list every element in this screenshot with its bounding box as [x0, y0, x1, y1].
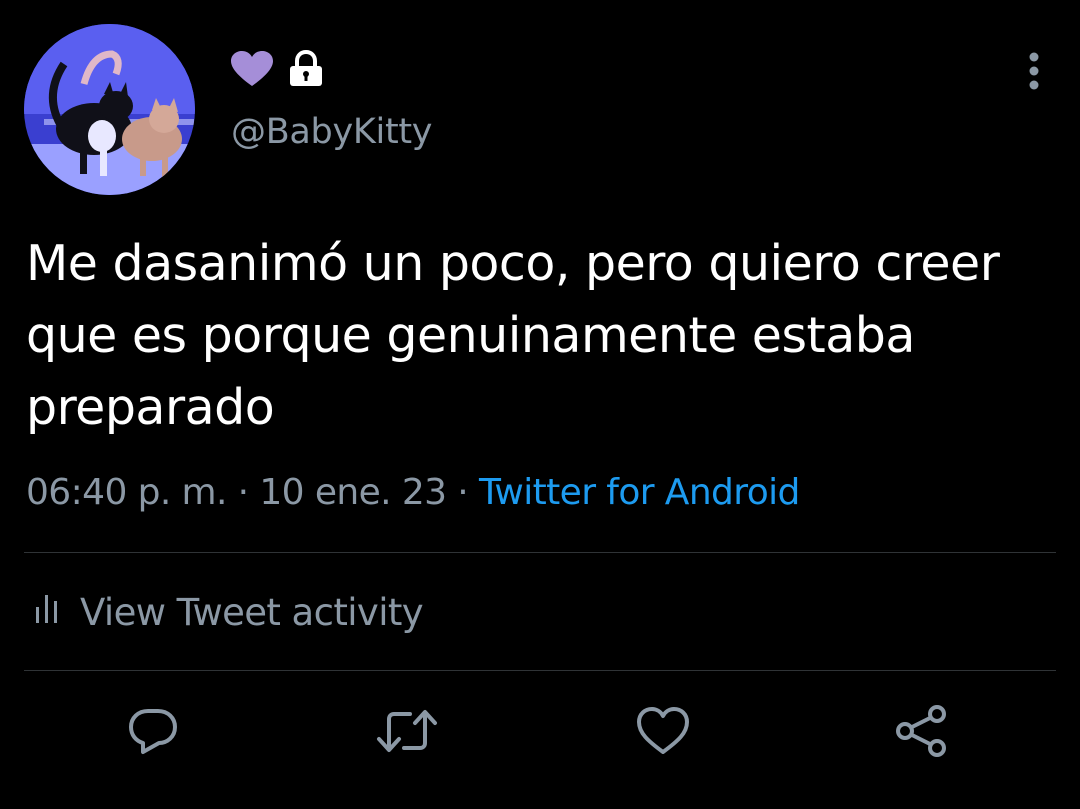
bar-chart-icon — [34, 591, 64, 634]
meta-separator: · — [226, 472, 260, 513]
heart-icon — [230, 50, 274, 92]
tweet-time: 06:40 p. m. — [26, 472, 227, 513]
like-icon — [636, 706, 690, 760]
tweet-date[interactable]: 10 ene. 23 — [259, 472, 447, 513]
divider — [24, 552, 1056, 553]
view-tweet-activity-label: View Tweet activity — [80, 590, 424, 634]
avatar[interactable] — [24, 24, 195, 195]
tweet-text: Me dasanimó un poco, pero quiero creer q… — [26, 235, 1000, 436]
display-name[interactable] — [230, 49, 324, 92]
tweet-meta: 06:40 p. m. · 10 ene. 23 · Twitter for A… — [26, 472, 800, 513]
avatar-image — [24, 24, 195, 195]
reply-icon — [127, 705, 179, 761]
view-tweet-activity-button[interactable]: View Tweet activity — [34, 588, 424, 636]
like-button[interactable] — [630, 700, 696, 766]
meta-separator: · — [446, 472, 479, 513]
reply-button[interactable] — [120, 700, 186, 766]
retweet-button[interactable] — [374, 700, 440, 766]
lock-icon — [288, 49, 324, 92]
more-options-icon[interactable] — [1016, 50, 1052, 92]
tweet-source-link[interactable]: Twitter for Android — [479, 472, 800, 513]
divider — [24, 670, 1056, 671]
share-button[interactable] — [888, 700, 954, 766]
tweet-actions — [0, 700, 1080, 766]
share-icon — [894, 704, 948, 762]
user-handle[interactable]: @BabyKitty — [231, 112, 433, 152]
retweet-icon — [376, 705, 438, 761]
